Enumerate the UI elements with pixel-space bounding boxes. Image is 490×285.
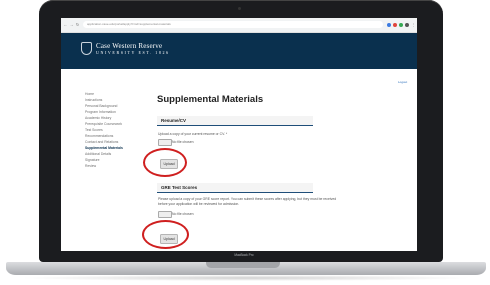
browser-toolbar: ← → ↻ application.case.edu/portal/apply?… — [61, 18, 417, 33]
sidebar-item-personal-background[interactable]: Personal Background — [85, 104, 145, 108]
sidebar-item-recommendations[interactable]: Recommendations — [85, 134, 145, 138]
extension-icon[interactable] — [399, 23, 403, 27]
gre-instruction-line1: Please upload a copy of your GRE score r… — [158, 197, 337, 201]
reload-icon[interactable]: ↻ — [75, 22, 80, 27]
sidebar-item-academic-history[interactable]: Academic History — [85, 116, 145, 120]
profile-icon[interactable] — [405, 23, 409, 27]
sidebar-item-home[interactable]: Home — [85, 92, 145, 96]
sidebar-item-signature[interactable]: Signature — [85, 158, 145, 162]
laptop-notch — [206, 262, 280, 268]
gre-instruction-line2: before your application will be reviewed… — [158, 202, 240, 206]
page-title: Supplemental Materials — [157, 94, 264, 105]
resume-choose-file-button[interactable] — [158, 139, 172, 146]
menu-icon[interactable]: ⋮ — [411, 22, 416, 27]
resume-file-status: No file chosen — [172, 140, 194, 144]
sidebar-item-instructions[interactable]: Instructions — [85, 98, 145, 102]
brand-subline: UNIVERSITY EST. 1826 — [96, 50, 170, 55]
sidebar-item-program-information[interactable]: Program Information — [85, 110, 145, 114]
section-header-resume: Resume/CV — [157, 116, 313, 126]
section-title: Resume/CV — [161, 118, 187, 123]
gre-choose-file-button[interactable] — [158, 211, 172, 218]
webcam — [238, 7, 241, 10]
model-label: MacBook Pro — [234, 253, 254, 257]
sidebar-item-prerequisite-coursework[interactable]: Prerequisite Coursework — [85, 122, 145, 126]
address-bar[interactable]: application.case.edu/portal/apply?cmd=su… — [83, 21, 383, 28]
resume-instruction: Upload a copy of your current resume or … — [158, 132, 228, 136]
laptop-shadow — [18, 275, 474, 281]
brand-name: Case Western Reserve — [96, 42, 163, 50]
university-banner: Case Western Reserve UNIVERSITY EST. 182… — [61, 33, 417, 69]
university-seal-icon — [81, 42, 92, 55]
section-header-gre: GRE Test Scores — [157, 183, 313, 193]
sidebar-item-supplemental-materials[interactable]: Supplemental Materials — [85, 146, 145, 150]
highlight-ring — [142, 220, 189, 249]
extension-icon[interactable] — [387, 23, 391, 27]
forward-icon[interactable]: → — [69, 22, 74, 27]
sidebar-item-test-scores[interactable]: Test Scores — [85, 128, 145, 132]
logout-link[interactable]: Logout — [398, 80, 407, 84]
laptop-screen: ← → ↻ application.case.edu/portal/apply?… — [61, 18, 417, 251]
extension-icon[interactable] — [393, 23, 397, 27]
highlight-ring — [143, 148, 187, 177]
sidebar-item-review[interactable]: Review — [85, 164, 145, 168]
sidebar-item-contact-and-relations[interactable]: Contact and Relations — [85, 140, 145, 144]
section-title: GRE Test Scores — [161, 185, 198, 190]
sidebar-item-additional-details[interactable]: Additional Details — [85, 152, 145, 156]
back-icon[interactable]: ← — [63, 22, 68, 27]
gre-file-status: No file chosen — [172, 212, 194, 216]
